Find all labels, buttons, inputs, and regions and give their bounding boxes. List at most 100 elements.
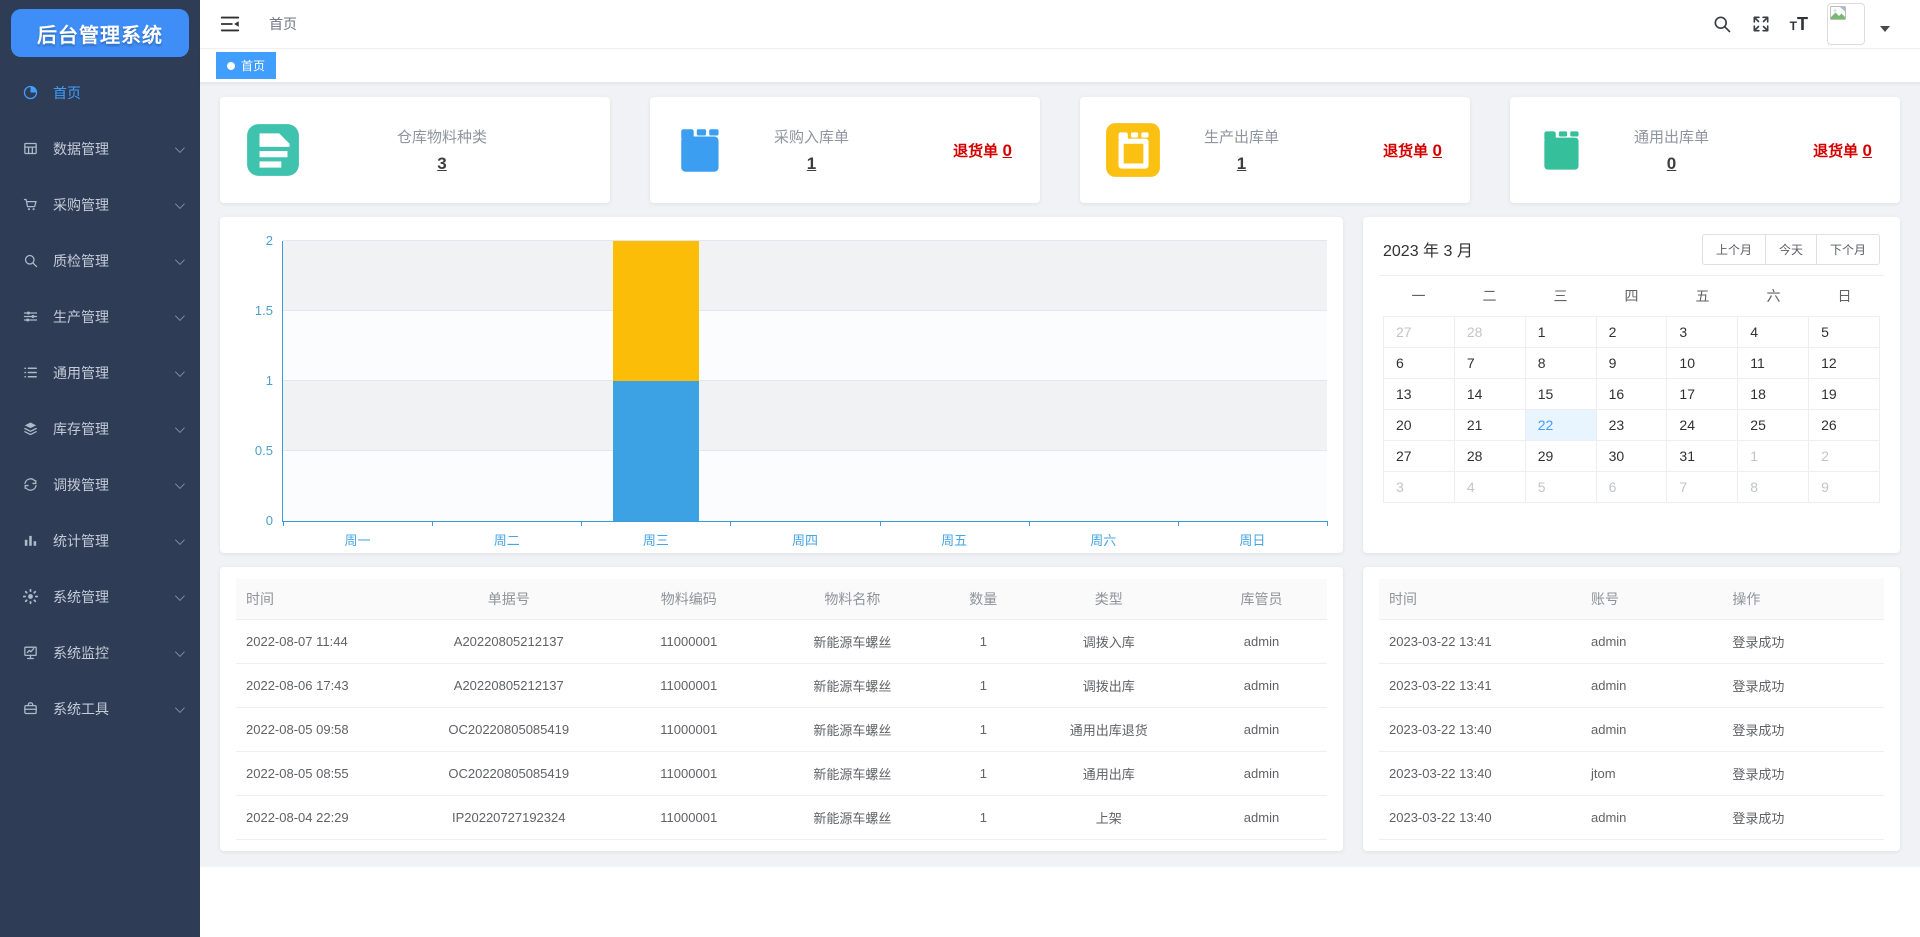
middle-row: 00.511.52周一周二周三周四周五周六周日 2023 年 3 月 上个月今天… bbox=[220, 217, 1900, 553]
table-row[interactable]: 2022-08-06 17:43A2022080521213711000001新… bbox=[236, 663, 1327, 707]
calendar-day[interactable]: 5 bbox=[1809, 317, 1880, 348]
calendar-day[interactable]: 20 bbox=[1384, 410, 1455, 441]
calendar-day[interactable]: 17 bbox=[1667, 379, 1738, 410]
calendar-day[interactable]: 11 bbox=[1738, 348, 1809, 379]
calendar-day[interactable]: 10 bbox=[1667, 348, 1738, 379]
calendar-day[interactable]: 25 bbox=[1738, 410, 1809, 441]
calendar-day[interactable]: 9 bbox=[1809, 472, 1880, 503]
bar-chart-icon bbox=[22, 532, 40, 550]
stat-value-link[interactable]: 1 bbox=[1162, 154, 1321, 174]
sidebar-item-4[interactable]: 生产管理 bbox=[0, 289, 200, 345]
sidebar-item-9[interactable]: 系统管理 bbox=[0, 569, 200, 625]
chart-gridline bbox=[283, 310, 1327, 311]
tab-0[interactable]: 首页 bbox=[216, 52, 276, 79]
search-icon[interactable] bbox=[1712, 14, 1732, 34]
calendar-day[interactable]: 13 bbox=[1384, 379, 1455, 410]
sidebar-item-0[interactable]: 首页 bbox=[0, 65, 200, 121]
table-cell: 2022-08-05 09:58 bbox=[236, 707, 400, 751]
table-cell: 2023-03-22 13:40 bbox=[1379, 795, 1581, 839]
calendar-day[interactable]: 15 bbox=[1526, 379, 1597, 410]
y-axis-tick-label: 0 bbox=[266, 513, 273, 528]
table-row[interactable]: 2023-03-22 13:41admin登录成功 bbox=[1379, 619, 1884, 663]
calendar-weekdays: 一二三四五六日 bbox=[1383, 276, 1880, 316]
sidebar-item-6[interactable]: 库存管理 bbox=[0, 401, 200, 457]
fullscreen-icon[interactable] bbox=[1751, 14, 1771, 34]
sidebar-item-8[interactable]: 统计管理 bbox=[0, 513, 200, 569]
table-row[interactable]: 2022-08-05 09:58OC2022080508541911000001… bbox=[236, 707, 1327, 751]
table-cell: OC20220805085419 bbox=[400, 707, 618, 751]
sidebar-item-10[interactable]: 系统监控 bbox=[0, 625, 200, 681]
calendar-button-1[interactable]: 今天 bbox=[1765, 234, 1817, 265]
font-size-icon[interactable]: TT bbox=[1790, 14, 1808, 35]
calendar-day-selected[interactable]: 22 bbox=[1526, 410, 1597, 441]
calendar-header: 2023 年 3 月 上个月今天下个月 bbox=[1383, 231, 1880, 267]
calendar-day[interactable]: 8 bbox=[1738, 472, 1809, 503]
calendar-day[interactable]: 19 bbox=[1809, 379, 1880, 410]
calendar-day[interactable]: 6 bbox=[1597, 472, 1668, 503]
calendar-day[interactable]: 16 bbox=[1597, 379, 1668, 410]
calendar-day[interactable]: 5 bbox=[1526, 472, 1597, 503]
calendar-day[interactable]: 4 bbox=[1455, 472, 1526, 503]
chevron-down-icon bbox=[175, 423, 185, 433]
table-row[interactable]: 2023-03-22 13:40jtom登录成功 bbox=[1379, 751, 1884, 795]
sidebar-item-11[interactable]: 系统工具 bbox=[0, 681, 200, 737]
stat-return-value-link[interactable]: 0 bbox=[1003, 141, 1012, 161]
stat-return-label: 退货单 bbox=[1813, 143, 1858, 160]
calendar-day[interactable]: 7 bbox=[1667, 472, 1738, 503]
calendar-button-2[interactable]: 下个月 bbox=[1816, 234, 1880, 265]
stat-value-link[interactable]: 3 bbox=[302, 154, 582, 174]
calendar-day[interactable]: 30 bbox=[1597, 441, 1668, 472]
sidebar-item-3[interactable]: 质检管理 bbox=[0, 233, 200, 289]
calendar-day[interactable]: 29 bbox=[1526, 441, 1597, 472]
caret-down-icon[interactable] bbox=[1880, 26, 1890, 32]
table-header-row: 时间单据号物料编码物料名称数量类型库管员 bbox=[236, 579, 1327, 619]
calendar-day[interactable]: 28 bbox=[1455, 441, 1526, 472]
content-area: 仓库物料种类 3 采购入库单 1 退货单 0 bbox=[200, 83, 1920, 867]
calendar-day[interactable]: 23 bbox=[1597, 410, 1668, 441]
calendar-day[interactable]: 21 bbox=[1455, 410, 1526, 441]
table-row[interactable]: 2023-03-22 13:40admin登录成功 bbox=[1379, 795, 1884, 839]
table-row[interactable]: 2022-08-05 08:55OC2022080508541911000001… bbox=[236, 751, 1327, 795]
avatar[interactable] bbox=[1827, 3, 1865, 45]
calendar-day[interactable]: 9 bbox=[1597, 348, 1668, 379]
sidebar-item-1[interactable]: 数据管理 bbox=[0, 121, 200, 177]
table-row[interactable]: 2022-08-04 22:29IP2022072719232411000001… bbox=[236, 795, 1327, 839]
calendar-day[interactable]: 27 bbox=[1384, 441, 1455, 472]
calendar-day[interactable]: 2 bbox=[1597, 317, 1668, 348]
calendar-button-0[interactable]: 上个月 bbox=[1702, 234, 1766, 265]
calendar-day[interactable]: 27 bbox=[1384, 317, 1455, 348]
calendar-day[interactable]: 18 bbox=[1738, 379, 1809, 410]
calendar-day[interactable]: 3 bbox=[1667, 317, 1738, 348]
calendar-day[interactable]: 6 bbox=[1384, 348, 1455, 379]
chart-band bbox=[283, 451, 1327, 521]
table-row[interactable]: 2023-03-22 13:41admin登录成功 bbox=[1379, 663, 1884, 707]
table-row[interactable]: 2022-08-07 11:44A2022080521213711000001新… bbox=[236, 619, 1327, 663]
calendar-day[interactable]: 7 bbox=[1455, 348, 1526, 379]
sidebar-item-5[interactable]: 通用管理 bbox=[0, 345, 200, 401]
calendar-day[interactable]: 28 bbox=[1455, 317, 1526, 348]
table-cell: 通用出库退货 bbox=[1021, 707, 1196, 751]
calendar-day[interactable]: 26 bbox=[1809, 410, 1880, 441]
calendar-day[interactable]: 31 bbox=[1667, 441, 1738, 472]
calendar-day[interactable]: 24 bbox=[1667, 410, 1738, 441]
calendar-day[interactable]: 14 bbox=[1455, 379, 1526, 410]
calendar-day[interactable]: 8 bbox=[1526, 348, 1597, 379]
calendar-day[interactable]: 2 bbox=[1809, 441, 1880, 472]
stat-value-link[interactable]: 1 bbox=[732, 154, 891, 174]
calendar-day[interactable]: 12 bbox=[1809, 348, 1880, 379]
stat-return-value-link[interactable]: 0 bbox=[1433, 141, 1442, 161]
sidebar-item-2[interactable]: 采购管理 bbox=[0, 177, 200, 233]
stat-return-value-link[interactable]: 0 bbox=[1863, 141, 1872, 161]
sidebar-item-7[interactable]: 调拨管理 bbox=[0, 457, 200, 513]
calendar-day[interactable]: 1 bbox=[1526, 317, 1597, 348]
chart-band bbox=[283, 241, 1327, 311]
sidebar-collapse-icon[interactable] bbox=[219, 13, 241, 35]
table-cell: admin bbox=[1196, 707, 1327, 751]
calendar-day[interactable]: 3 bbox=[1384, 472, 1455, 503]
stat-value-link[interactable]: 0 bbox=[1592, 154, 1751, 174]
calendar-day[interactable]: 1 bbox=[1738, 441, 1809, 472]
chevron-down-icon bbox=[175, 255, 185, 265]
chevron-down-icon bbox=[175, 199, 185, 209]
calendar-day[interactable]: 4 bbox=[1738, 317, 1809, 348]
table-row[interactable]: 2023-03-22 13:40admin登录成功 bbox=[1379, 707, 1884, 751]
